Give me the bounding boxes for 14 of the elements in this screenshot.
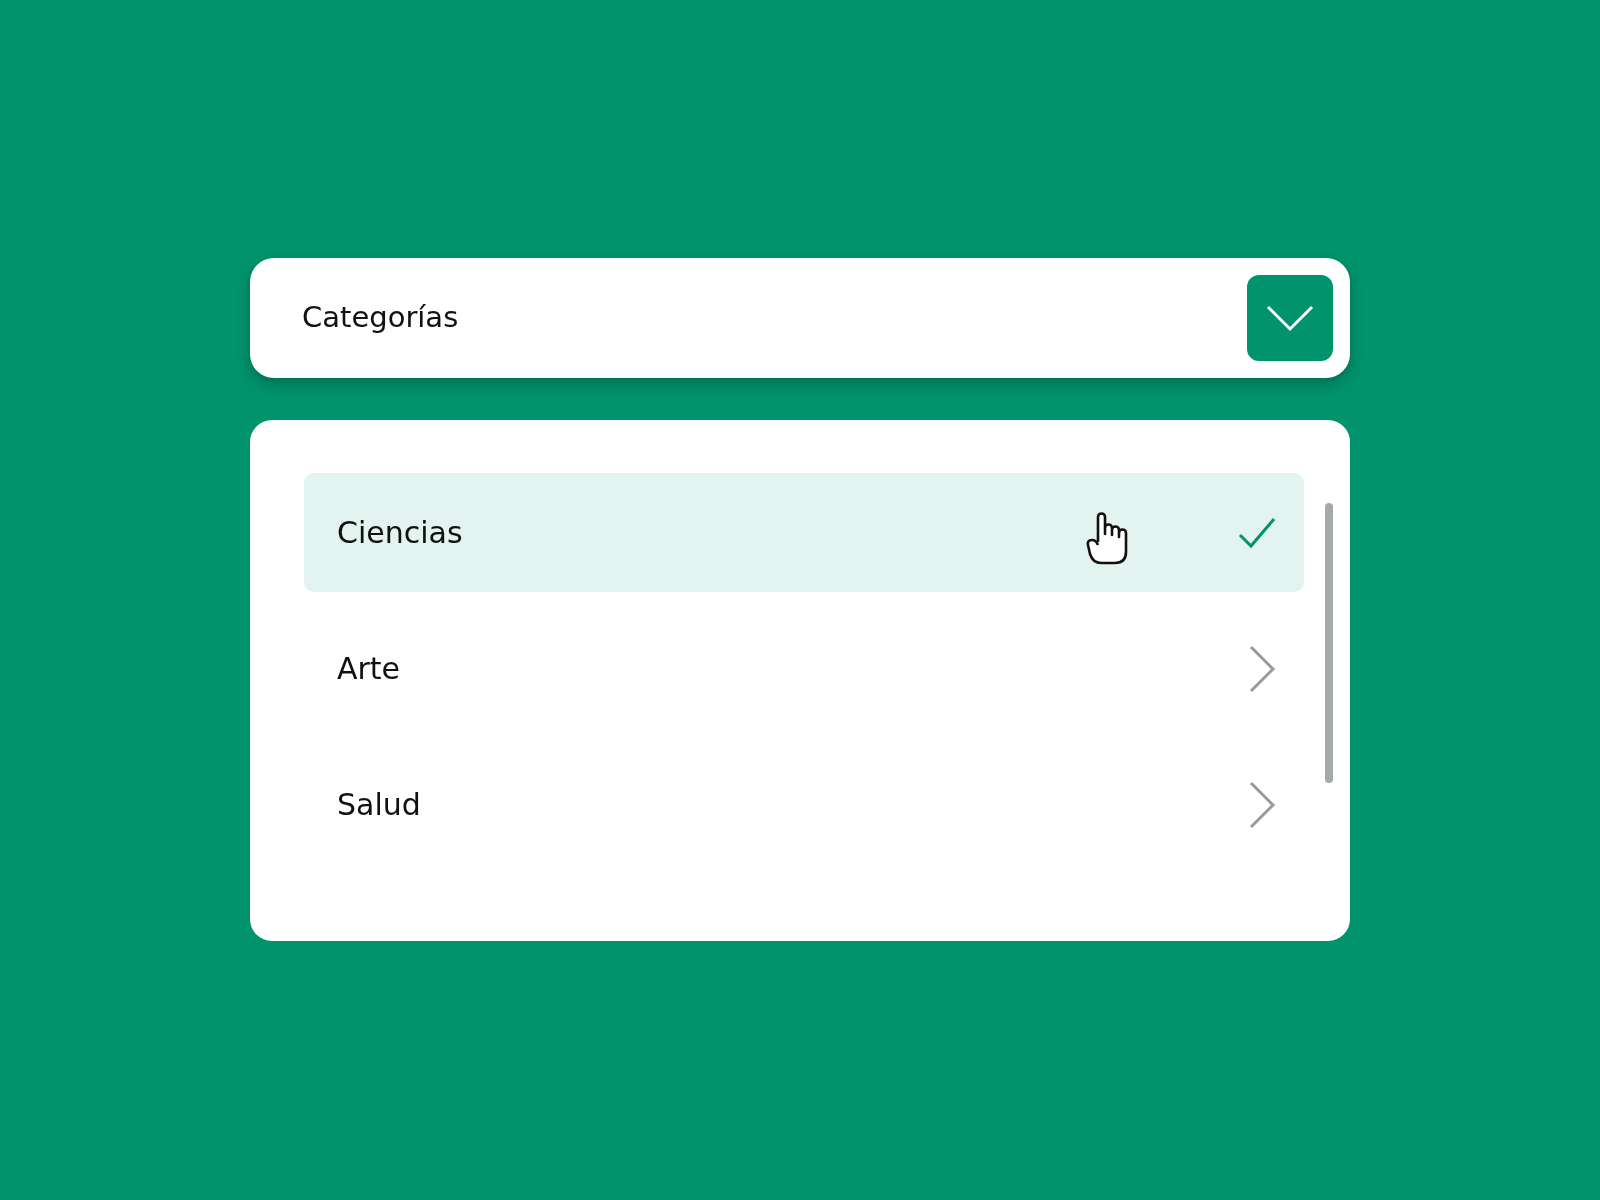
option-item[interactable]: Salud [304, 745, 1304, 864]
check-icon [1238, 516, 1276, 549]
option-item[interactable]: Arte [304, 609, 1304, 728]
scrollbar[interactable] [1325, 503, 1333, 783]
option-label: Arte [337, 650, 401, 688]
dropdown-toggle-button[interactable] [1247, 275, 1333, 361]
dropdown-field[interactable]: Categorías [250, 258, 1350, 378]
option-item[interactable]: Ciencias [304, 473, 1304, 592]
chevron-right-icon [1248, 644, 1276, 693]
chevron-down-icon [1266, 304, 1314, 332]
chevron-right-icon [1248, 780, 1276, 829]
option-label: Salud [337, 786, 421, 824]
option-label: Ciencias [337, 514, 463, 552]
dropdown-label: Categorías [302, 299, 459, 337]
